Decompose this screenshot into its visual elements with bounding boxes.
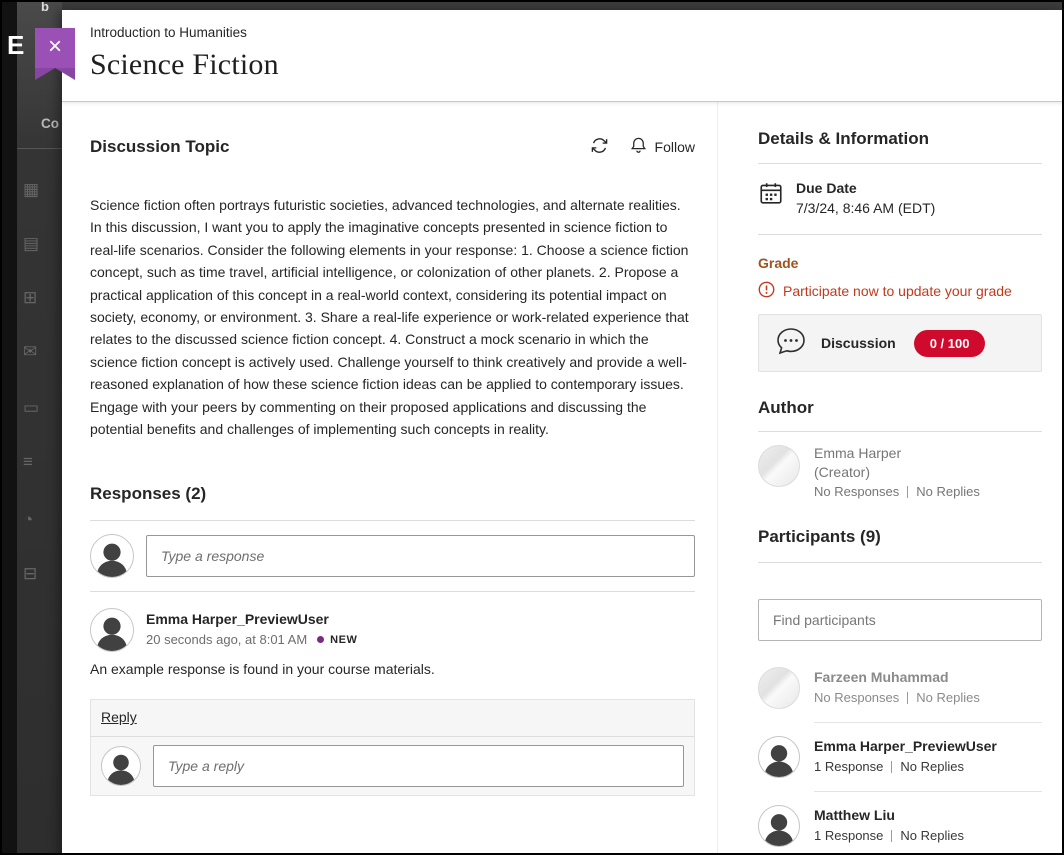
- participants-heading: Participants (9): [758, 527, 1042, 547]
- grade-section-label: Grade: [758, 255, 1042, 271]
- discussion-main-column: Discussion Topic: [62, 102, 717, 855]
- author-row: Emma Harper (Creator) No Responses No Re…: [758, 445, 1042, 499]
- participant-responses: 1 Response: [814, 759, 883, 774]
- grade-item: Discussion 0 / 100: [758, 314, 1042, 372]
- participant-name: Farzeen Muhammad: [814, 667, 980, 685]
- reply-input[interactable]: [153, 745, 684, 787]
- participant-replies: No Replies: [900, 759, 964, 774]
- author-responses: No Responses: [814, 484, 899, 499]
- background-nav-label-partial: Co: [41, 116, 59, 131]
- background-text-partial: b: [41, 0, 49, 14]
- grade-alert-text: Participate now to update your grade: [783, 283, 1012, 299]
- overlay-scrim: [62, 2, 1064, 10]
- participant-responses: No Responses: [814, 690, 899, 705]
- response-author-name: Emma Harper_PreviewUser: [146, 608, 357, 627]
- calendar-icon: [758, 180, 784, 216]
- details-sidebar: Details & Information: [717, 102, 1064, 855]
- author-avatar: [758, 445, 800, 487]
- divider: [814, 722, 1042, 723]
- grade-item-label: Discussion: [821, 335, 896, 351]
- divider: [758, 431, 1042, 432]
- refresh-icon: [590, 136, 609, 158]
- participant-replies: No Replies: [900, 828, 964, 843]
- current-user-avatar: [90, 534, 134, 578]
- participant-row[interactable]: Matthew Liu 1 Response No Replies: [758, 805, 1042, 847]
- new-badge: NEW: [330, 634, 357, 646]
- response-item: Emma Harper_PreviewUser 20 seconds ago, …: [90, 592, 695, 677]
- discussion-bubble-icon: [773, 323, 809, 364]
- discussion-topic-text: Science fiction often portrays futuristi…: [90, 194, 695, 440]
- divider: [814, 791, 1042, 792]
- close-panel-button[interactable]: ×: [35, 28, 75, 68]
- bell-icon: [629, 136, 648, 158]
- divider: [758, 562, 1042, 563]
- nav-rail-icon: ▦: [23, 180, 39, 200]
- nav-rail-icon: ✉: [23, 342, 37, 362]
- stat-separator: [891, 830, 892, 842]
- participant-replies: No Replies: [916, 690, 980, 705]
- response-compose-row: [90, 521, 695, 591]
- participant-name: Emma Harper_PreviewUser: [814, 736, 997, 754]
- refresh-button[interactable]: [590, 136, 609, 158]
- participant-row[interactable]: Emma Harper_PreviewUser 1 Response No Re…: [758, 736, 1042, 778]
- stat-separator: [891, 761, 892, 773]
- find-participants-input[interactable]: [758, 599, 1042, 641]
- discussion-topic-heading: Discussion Topic: [90, 137, 230, 157]
- stat-separator: [907, 692, 908, 704]
- nav-rail-icon: ⊟: [23, 564, 37, 584]
- response-timestamp: 20 seconds ago, at 8:01 AM: [146, 632, 307, 647]
- background-logo-partial: E: [7, 30, 24, 61]
- stat-separator: [907, 486, 908, 498]
- follow-button[interactable]: Follow: [629, 136, 695, 158]
- author-name: Emma Harper: [814, 445, 980, 461]
- nav-rail-icon: ▤: [23, 234, 39, 254]
- breadcrumb-course-name: Introduction to Humanities: [90, 25, 1064, 40]
- grade-score-pill: 0 / 100: [914, 330, 986, 357]
- grade-alert: Participate now to update your grade: [758, 281, 1042, 301]
- participant-avatar: [758, 736, 800, 778]
- participant-row[interactable]: Farzeen Muhammad No Responses No Replies: [758, 667, 1042, 709]
- nav-rail-icon: ◔: [23, 510, 33, 530]
- author-replies: No Replies: [916, 484, 980, 499]
- author-heading: Author: [758, 398, 1042, 418]
- author-role: (Creator): [814, 464, 980, 480]
- reply-compose-row: [91, 736, 694, 795]
- divider: [758, 163, 1042, 164]
- response-author-avatar: [90, 608, 134, 652]
- screen: E b Co ▦ ▤ ⊞ ✉ ▭ ≡ ◔ ⊟ × Introduction to…: [0, 0, 1064, 855]
- due-date-row: Due Date 7/3/24, 8:46 AM (EDT): [758, 180, 1042, 216]
- responses-heading: Responses (2): [90, 484, 695, 504]
- nav-rail-icon: ⊞: [23, 288, 37, 308]
- details-heading: Details & Information: [758, 129, 1042, 149]
- nav-rail-icon: ≡: [23, 452, 33, 472]
- participant-name: Matthew Liu: [814, 805, 964, 823]
- discussion-panel: Introduction to Humanities Science Ficti…: [62, 10, 1064, 855]
- divider: [758, 234, 1042, 235]
- exclamation-circle-icon: [758, 281, 775, 301]
- background-nav-rail: b Co ▦ ▤ ⊞ ✉ ▭ ≡ ◔ ⊟: [17, 2, 62, 853]
- current-user-avatar: [101, 746, 141, 786]
- panel-header: Introduction to Humanities Science Ficti…: [62, 10, 1064, 102]
- background-rail-divider: [17, 148, 62, 149]
- due-date-label: Due Date: [796, 180, 935, 196]
- nav-rail-icon: ▭: [23, 398, 39, 418]
- reply-section: Reply: [90, 699, 695, 796]
- response-input[interactable]: [146, 535, 695, 577]
- background-page-edge: [2, 2, 17, 853]
- participant-avatar: [758, 667, 800, 709]
- reply-link[interactable]: Reply: [101, 709, 137, 725]
- follow-label: Follow: [655, 139, 695, 155]
- page-title: Science Fiction: [90, 48, 1064, 82]
- response-text: An example response is found in your cou…: [90, 661, 695, 677]
- participant-responses: 1 Response: [814, 828, 883, 843]
- due-date-value: 7/3/24, 8:46 AM (EDT): [796, 200, 935, 216]
- participant-avatar: [758, 805, 800, 847]
- new-indicator-dot: [317, 636, 324, 643]
- close-icon: ×: [48, 35, 62, 59]
